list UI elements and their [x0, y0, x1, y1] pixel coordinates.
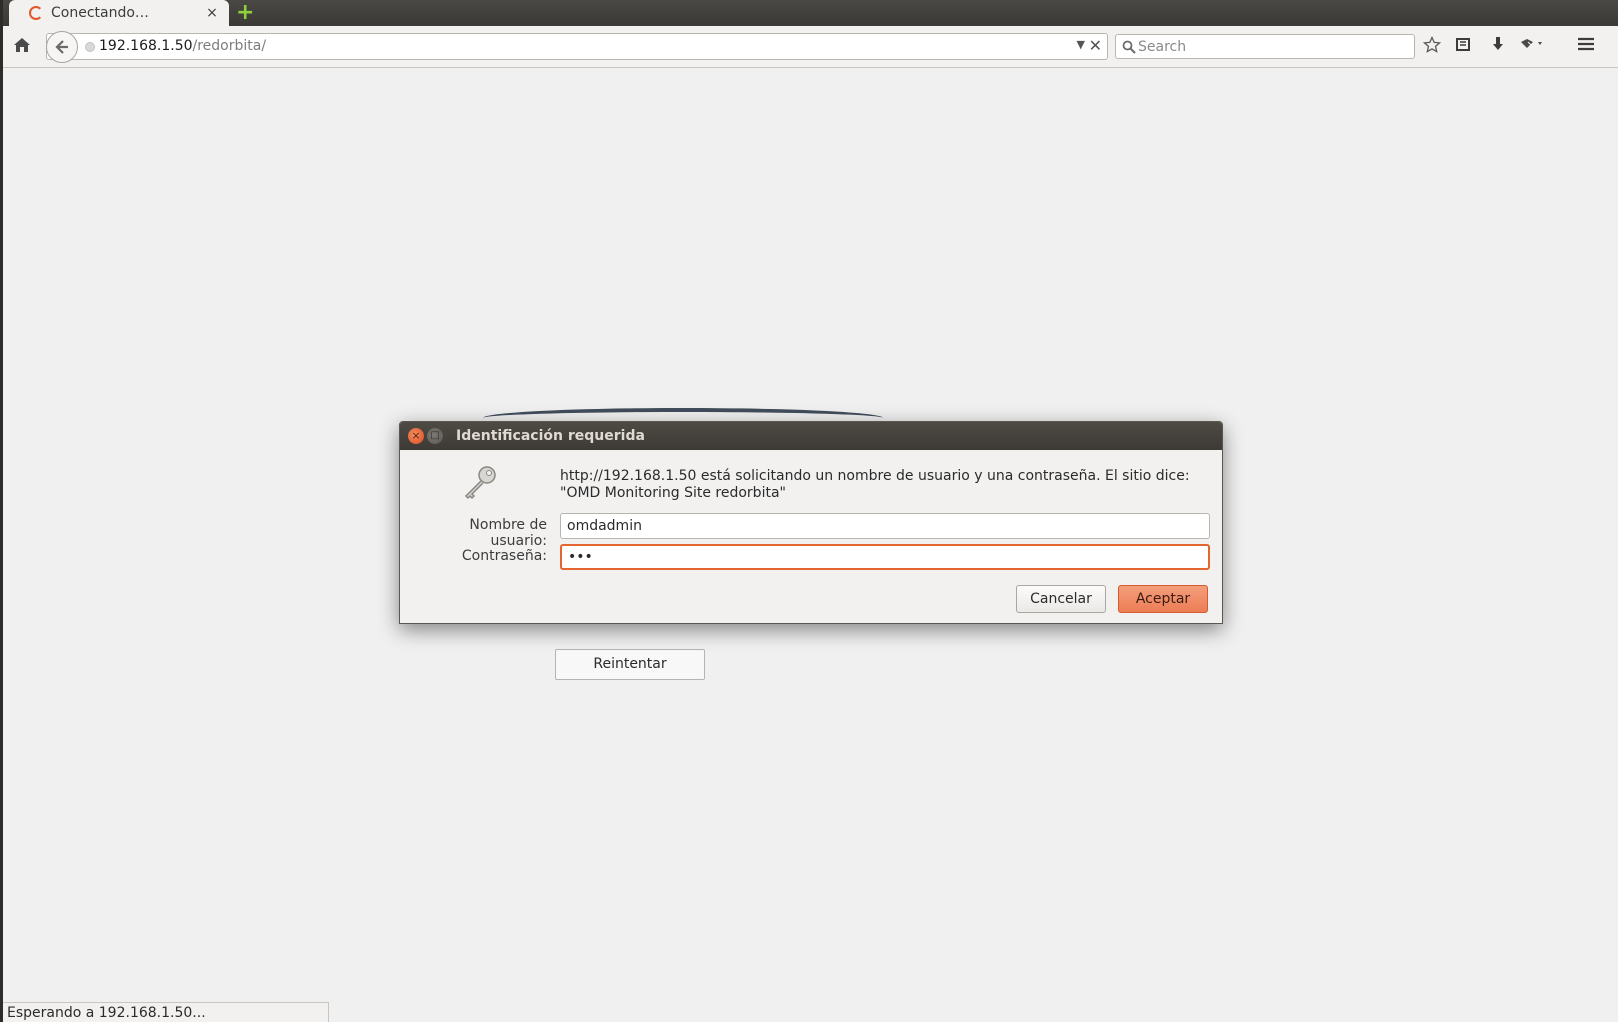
url-history-dropdown-icon[interactable]: ▼ — [1077, 38, 1085, 51]
navigation-bar: 192.168.1.50/redorbita/ ▼ ✕ — [3, 26, 1618, 68]
tab-title: Conectando… — [51, 5, 149, 21]
menu-icon[interactable] — [1575, 36, 1597, 58]
search-input[interactable] — [1138, 38, 1408, 56]
stop-loading-icon[interactable]: ✕ — [1089, 36, 1102, 55]
retry-button[interactable]: Reintentar — [555, 649, 705, 680]
accept-button[interactable]: Aceptar — [1118, 585, 1208, 613]
close-tab-icon[interactable]: × — [205, 5, 219, 21]
bookmark-star-icon[interactable] — [1421, 35, 1443, 58]
new-tab-icon[interactable]: + — [236, 2, 254, 24]
status-bar: Esperando a 192.168.1.50... — [3, 1002, 329, 1022]
url-text[interactable]: 192.168.1.50/redorbita/ — [99, 38, 266, 54]
url-bar[interactable]: 192.168.1.50/redorbita/ ▼ ✕ — [46, 31, 1108, 63]
loading-spinner-icon — [29, 6, 43, 20]
dialog-titlebar[interactable]: × □ Identificación requerida — [400, 422, 1222, 450]
back-button[interactable] — [46, 31, 78, 63]
url-host: 192.168.1.50 — [99, 38, 193, 54]
username-field[interactable] — [560, 513, 1210, 539]
home-icon[interactable] — [11, 36, 33, 58]
username-label: Nombre de usuario: — [469, 517, 547, 549]
dialog-maximize-icon[interactable]: □ — [427, 428, 443, 444]
password-field[interactable] — [560, 544, 1210, 570]
extensions-icon[interactable] — [1519, 36, 1542, 58]
dialog-message: http://192.168.1.50 está solicitando un … — [560, 468, 1190, 501]
url-path: /redorbita/ — [192, 38, 267, 54]
search-icon — [1122, 40, 1136, 54]
tab-active[interactable]: Conectando… × — [9, 0, 229, 26]
reading-list-icon[interactable] — [1452, 36, 1474, 58]
dialog-title: Identificación requerida — [456, 428, 645, 444]
search-bar[interactable] — [1115, 34, 1415, 59]
cancel-button[interactable]: Cancelar — [1016, 585, 1106, 613]
download-icon[interactable] — [1487, 36, 1509, 58]
password-label: Contraseña: — [461, 548, 547, 564]
browser-window: Conectando… × + 192.168.1.50/redorbita/ … — [3, 0, 1618, 1022]
auth-dialog: × □ Identificación requerida http://192.… — [399, 421, 1223, 624]
site-identity-icon[interactable] — [85, 42, 95, 52]
dialog-close-icon[interactable]: × — [408, 428, 424, 444]
tab-strip: Conectando… × + — [3, 0, 1618, 26]
key-icon — [464, 466, 496, 500]
